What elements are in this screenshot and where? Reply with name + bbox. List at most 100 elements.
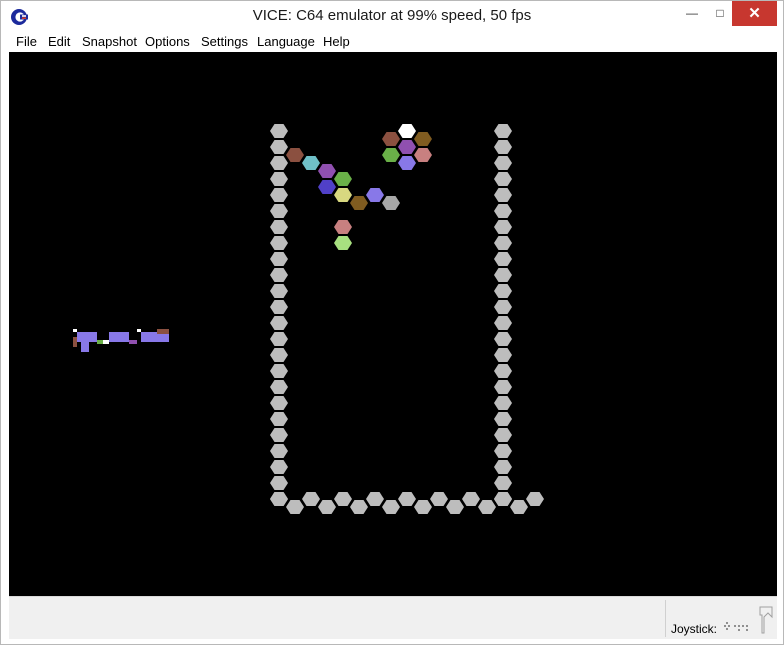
wall-block-left — [270, 268, 288, 282]
wall-block-right — [494, 364, 512, 378]
menu-file[interactable]: File — [16, 34, 37, 49]
wall-block-right — [494, 236, 512, 250]
wall-block-right — [494, 460, 512, 474]
maximize-button[interactable]: □ — [706, 1, 734, 26]
wall-block-bottom — [286, 500, 304, 514]
wall-block-left — [270, 124, 288, 138]
wall-block-right — [494, 444, 512, 458]
wall-block-right — [494, 476, 512, 490]
sprite-fragment — [77, 332, 97, 342]
c64-screen[interactable] — [9, 52, 777, 596]
wall-block-bottom — [462, 492, 480, 506]
gem — [334, 236, 352, 250]
wall-block-right — [494, 428, 512, 442]
wall-block-right — [494, 252, 512, 266]
close-button[interactable]: ✕ — [732, 1, 777, 26]
wall-block-right — [494, 284, 512, 298]
wall-block-bottom — [494, 492, 512, 506]
wall-block-bottom — [478, 500, 496, 514]
wall-block-bottom — [350, 500, 368, 514]
menu-help[interactable]: Help — [323, 34, 350, 49]
wall-block-left — [270, 284, 288, 298]
wall-block-right — [494, 316, 512, 330]
gem — [382, 196, 400, 210]
menu-snapshot[interactable]: Snapshot — [82, 34, 137, 49]
sprite-fragment — [109, 332, 129, 342]
vice-window: VICE: C64 emulator at 99% speed, 50 fps … — [0, 0, 784, 645]
gem — [382, 148, 400, 162]
wall-block-left — [270, 428, 288, 442]
gem — [382, 132, 400, 146]
gem — [398, 140, 416, 154]
wall-block-right — [494, 156, 512, 170]
wall-block-left — [270, 300, 288, 314]
wall-block-left — [270, 444, 288, 458]
gem — [318, 180, 336, 194]
wall-block-left — [270, 380, 288, 394]
wall-block-bottom — [526, 492, 544, 506]
resize-grip-icon[interactable] — [758, 605, 774, 635]
wall-block-bottom — [318, 500, 336, 514]
wall-block-left — [270, 172, 288, 186]
wall-block-bottom — [334, 492, 352, 506]
sprite-fragment — [73, 337, 77, 347]
gem — [286, 148, 304, 162]
minimize-button[interactable]: — — [678, 1, 706, 26]
sprite-fragment — [157, 329, 169, 334]
wall-block-left — [270, 156, 288, 170]
wall-block-left — [270, 220, 288, 234]
wall-block-bottom — [398, 492, 416, 506]
window-title: VICE: C64 emulator at 99% speed, 50 fps — [252, 7, 532, 24]
sprite-fragment — [81, 342, 89, 352]
wall-block-bottom — [430, 492, 448, 506]
menu-language[interactable]: Language — [257, 34, 315, 49]
game-canvas — [73, 124, 544, 514]
wall-block-right — [494, 220, 512, 234]
title-bar[interactable]: VICE: C64 emulator at 99% speed, 50 fps … — [1, 1, 783, 32]
wall-block-bottom — [414, 500, 432, 514]
wall-block-bottom — [446, 500, 464, 514]
wall-block-left — [270, 140, 288, 154]
wall-block-left — [270, 188, 288, 202]
gem — [334, 220, 352, 234]
sprite-fragment — [103, 340, 109, 344]
wall-block-left — [270, 204, 288, 218]
gem — [302, 156, 320, 170]
wall-block-right — [494, 380, 512, 394]
gem — [398, 156, 416, 170]
wall-block-right — [494, 268, 512, 282]
sprite-fragment — [129, 340, 137, 344]
sprite-fragment — [137, 329, 141, 332]
menu-options[interactable]: Options — [145, 34, 190, 49]
wall-block-bottom — [302, 492, 320, 506]
wall-block-left — [270, 348, 288, 362]
gem — [366, 188, 384, 202]
gem — [334, 172, 352, 186]
wall-block-right — [494, 140, 512, 154]
wall-block-left — [270, 364, 288, 378]
gem — [414, 132, 432, 146]
wall-block-right — [494, 412, 512, 426]
joystick-label: Joystick: — [671, 622, 718, 636]
wall-block-bottom — [270, 492, 288, 506]
sprite-fragment — [73, 329, 77, 332]
status-bar: Joystick: — [9, 596, 777, 639]
wall-block-left — [270, 412, 288, 426]
wall-block-right — [494, 188, 512, 202]
wall-block-left — [270, 252, 288, 266]
menu-edit[interactable]: Edit — [48, 34, 70, 49]
menu-settings[interactable]: Settings — [201, 34, 248, 49]
wall-block-right — [494, 204, 512, 218]
gem — [398, 124, 416, 138]
wall-block-left — [270, 476, 288, 490]
wall-block-right — [494, 348, 512, 362]
wall-block-right — [494, 332, 512, 346]
sprite-fragment — [97, 340, 103, 344]
wall-block-right — [494, 124, 512, 138]
menu-bar: File Edit Snapshot Options Settings Lang… — [9, 32, 777, 52]
wall-block-left — [270, 316, 288, 330]
wall-block-bottom — [510, 500, 528, 514]
wall-block-bottom — [366, 492, 384, 506]
wall-block-right — [494, 300, 512, 314]
wall-block-right — [494, 172, 512, 186]
